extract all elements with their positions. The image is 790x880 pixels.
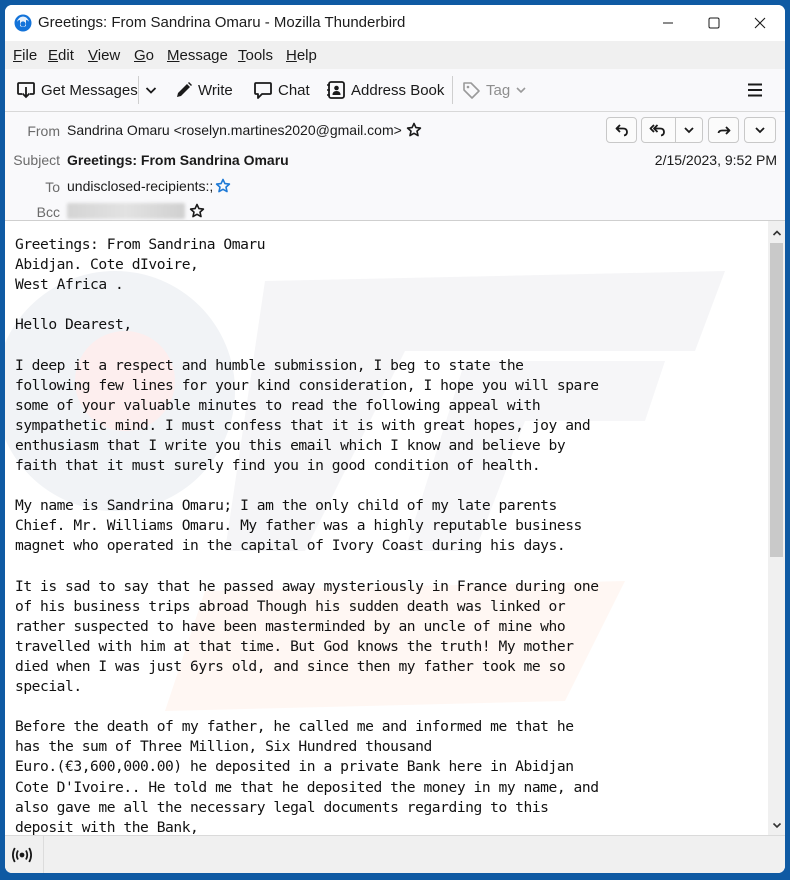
minimize-icon xyxy=(663,22,673,24)
menu-view[interactable]: View xyxy=(88,47,120,64)
to-field: undisclosed-recipients:; xyxy=(67,178,231,194)
chat-button[interactable]: Chat xyxy=(253,77,310,103)
menu-label: ools xyxy=(245,47,274,64)
menu-label: ile xyxy=(22,47,38,64)
chevron-down-icon xyxy=(755,127,765,134)
tag-icon xyxy=(463,81,480,99)
toolbar-separator xyxy=(452,76,453,104)
from-value[interactable]: Sandrina Omaru <roselyn.martines2020@gma… xyxy=(67,122,402,138)
chevron-down-icon xyxy=(684,127,694,134)
from-field: Sandrina Omaru <roselyn.martines2020@gma… xyxy=(67,122,422,138)
status-separator xyxy=(43,836,44,873)
pencil-icon xyxy=(177,82,192,97)
to-value[interactable]: undisclosed-recipients:; xyxy=(67,178,213,194)
from-label: From xyxy=(27,123,60,139)
main-toolbar: Get Messages Write Chat Address Book Tag xyxy=(5,69,785,112)
scroll-up-button[interactable] xyxy=(768,224,785,241)
reply-icon xyxy=(615,124,628,137)
menu-help[interactable]: Help xyxy=(286,47,317,64)
scroll-down-button[interactable] xyxy=(768,816,785,833)
tag-label: Tag xyxy=(486,81,511,99)
chevron-down-icon xyxy=(516,87,526,94)
vertical-scrollbar[interactable] xyxy=(768,221,785,835)
chat-label: Chat xyxy=(278,81,310,99)
get-messages-button[interactable]: Get Messages xyxy=(16,77,138,103)
menu-message[interactable]: Message xyxy=(167,47,228,64)
forward-icon xyxy=(717,126,730,135)
star-icon[interactable] xyxy=(215,178,231,194)
bcc-field xyxy=(67,203,205,219)
menu-accel: M xyxy=(167,47,180,64)
menu-label: dit xyxy=(58,47,74,64)
more-actions-dropdown[interactable] xyxy=(744,117,776,143)
thunderbird-logo-icon xyxy=(14,14,32,32)
menu-accel: H xyxy=(286,47,297,64)
window-title: Greetings: From Sandrina Omaru - Mozilla… xyxy=(38,14,406,31)
write-button[interactable]: Write xyxy=(175,77,233,103)
forward-button[interactable] xyxy=(708,117,739,143)
app-menu-button[interactable] xyxy=(746,77,769,103)
address-book-label: Address Book xyxy=(351,81,445,99)
menu-file[interactable]: File xyxy=(13,47,37,64)
message-body-pane[interactable]: Greetings: From Sandrina Omaru Abidjan. … xyxy=(5,221,768,835)
subject-label: Subject xyxy=(13,152,60,168)
reply-all-button[interactable] xyxy=(642,118,676,142)
toolbar-separator xyxy=(138,76,139,104)
minimize-button[interactable] xyxy=(645,5,691,41)
chevron-up-icon xyxy=(772,229,781,236)
menu-label: elp xyxy=(296,47,317,64)
menu-accel: T xyxy=(238,47,246,64)
chevron-down-icon xyxy=(772,822,781,828)
star-icon[interactable] xyxy=(406,122,422,138)
message-header: From Sandrina Omaru <roselyn.martines202… xyxy=(5,112,785,221)
menu-go[interactable]: Go xyxy=(134,47,154,64)
menu-accel: G xyxy=(134,47,146,64)
write-label: Write xyxy=(198,81,233,99)
bcc-label: Bcc xyxy=(36,204,60,220)
thunderbird-window: Greetings: From Sandrina Omaru - Mozilla… xyxy=(5,5,785,873)
scrollbar-thumb[interactable] xyxy=(770,243,783,557)
message-text: Greetings: From Sandrina Omaru Abidjan. … xyxy=(15,236,599,835)
menu-accel: F xyxy=(13,47,23,64)
to-label: To xyxy=(45,179,60,195)
maximize-icon xyxy=(708,17,720,29)
bcc-redacted-value xyxy=(67,203,185,219)
message-date: 2/15/2023, 9:52 PM xyxy=(654,152,777,168)
subject-value: Greetings: From Sandrina Omaru xyxy=(67,152,289,168)
menu-tools[interactable]: Tools xyxy=(238,47,273,64)
menu-accel: V xyxy=(88,47,98,64)
get-messages-dropdown[interactable] xyxy=(144,77,163,103)
address-book-button[interactable]: Address Book xyxy=(326,77,444,103)
star-icon[interactable] xyxy=(189,203,205,219)
hamburger-menu-icon xyxy=(748,83,762,97)
address-book-icon xyxy=(327,81,345,99)
menu-edit[interactable]: Edit xyxy=(48,47,74,64)
chevron-down-icon xyxy=(145,87,157,94)
menu-label: iew xyxy=(97,47,121,64)
reply-all-split-button xyxy=(641,117,703,143)
reply-all-icon xyxy=(650,124,666,137)
chat-bubble-icon xyxy=(254,82,272,99)
menu-label: essage xyxy=(179,47,228,64)
menu-bar: File Edit View Go Message Tools Help xyxy=(5,41,785,69)
close-button[interactable] xyxy=(737,5,783,41)
close-icon xyxy=(754,17,766,29)
maximize-button[interactable] xyxy=(691,5,737,41)
title-bar: Greetings: From Sandrina Omaru - Mozilla… xyxy=(5,5,785,41)
tag-button[interactable]: Tag xyxy=(462,77,532,103)
menu-label: o xyxy=(145,47,155,64)
reply-button[interactable] xyxy=(606,117,637,143)
reply-all-dropdown[interactable] xyxy=(676,118,702,142)
get-messages-label: Get Messages xyxy=(41,81,138,99)
status-bar xyxy=(5,835,785,873)
download-inbox-icon xyxy=(17,82,35,99)
subject-field: Greetings: From Sandrina Omaru xyxy=(67,152,289,168)
menu-accel: E xyxy=(48,47,59,64)
online-status-icon[interactable] xyxy=(11,846,33,864)
